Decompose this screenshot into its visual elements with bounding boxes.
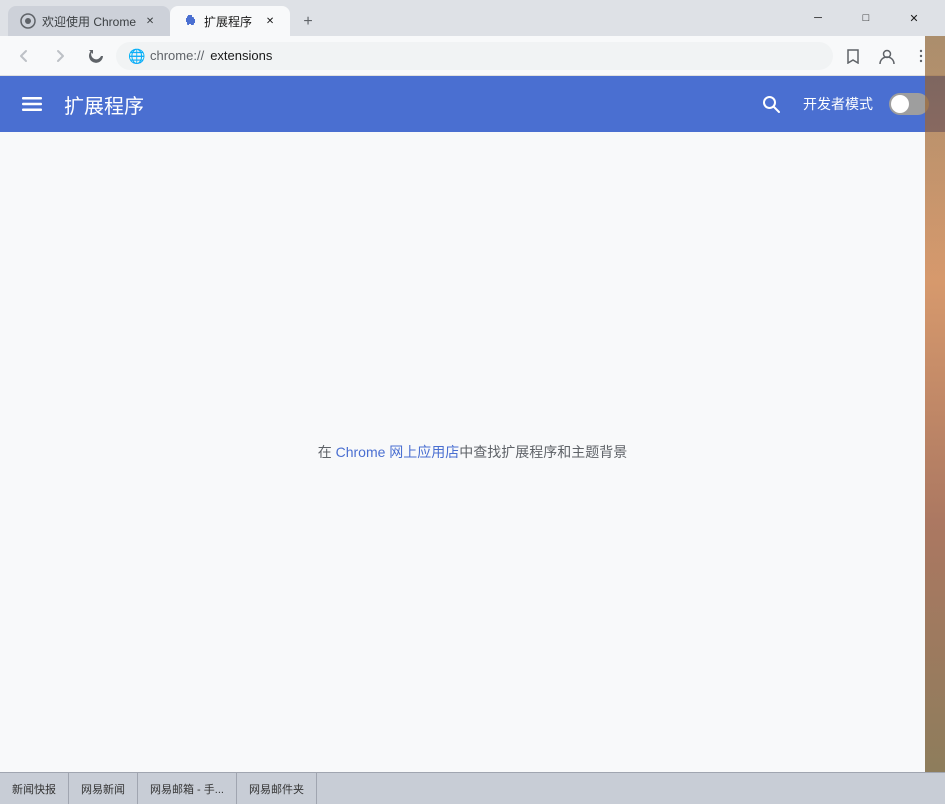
right-decorative-stripe <box>925 36 945 772</box>
taskbar-items: 新闻快报 网易新闻 网易邮箱 - 手... 网易邮件夹 <box>0 773 317 804</box>
search-button[interactable] <box>755 88 787 120</box>
address-scheme: chrome:// <box>150 48 204 63</box>
store-link[interactable]: Chrome 网上应用店 <box>336 444 460 460</box>
taskbar-item-1[interactable]: 网易新闻 <box>69 773 138 804</box>
site-info-icon: 🌐 <box>128 48 144 64</box>
tab-welcome[interactable]: 欢迎使用 Chrome ✕ <box>8 6 170 36</box>
tab-extensions-label: 扩展程序 <box>204 13 252 30</box>
store-link-container: 在 Chrome 网上应用店中查找扩展程序和主题背景 <box>318 442 628 462</box>
maximize-button[interactable]: □ <box>843 2 889 34</box>
extensions-title: 扩展程序 <box>64 90 739 119</box>
new-tab-button[interactable]: + <box>294 8 322 36</box>
store-text-prefix: 在 <box>318 444 336 460</box>
taskbar: 新闻快报 网易新闻 网易邮箱 - 手... 网易邮件夹 <box>0 772 945 804</box>
taskbar-item-0[interactable]: 新闻快报 <box>0 773 69 804</box>
main-content: 在 Chrome 网上应用店中查找扩展程序和主题背景 <box>0 132 945 772</box>
header-actions: 开发者模式 <box>755 88 929 120</box>
taskbar-item-2[interactable]: 网易邮箱 - 手... <box>138 773 237 804</box>
profile-button[interactable] <box>871 40 903 72</box>
tab-extensions[interactable]: 扩展程序 ✕ <box>170 6 290 36</box>
nav-bar: 🌐 chrome:// extensions <box>0 36 945 76</box>
store-text-suffix: 中查找扩展程序和主题背景 <box>459 444 627 460</box>
hamburger-menu-button[interactable] <box>16 88 48 120</box>
chrome-tab-icon <box>20 13 36 29</box>
tab-welcome-close[interactable]: ✕ <box>142 13 158 29</box>
address-path: extensions <box>210 48 272 63</box>
dev-mode-label: 开发者模式 <box>803 94 873 114</box>
toggle-knob <box>891 95 909 113</box>
extensions-header: 扩展程序 开发者模式 <box>0 76 945 132</box>
reload-button[interactable] <box>80 40 112 72</box>
browser-window: 欢迎使用 Chrome ✕ 扩展程序 ✕ + ─ □ <box>0 0 945 804</box>
taskbar-item-3[interactable]: 网易邮件夹 <box>237 773 317 804</box>
title-bar: 欢迎使用 Chrome ✕ 扩展程序 ✕ + ─ □ <box>0 0 945 36</box>
nav-right-buttons <box>837 40 937 72</box>
address-bar[interactable]: 🌐 chrome:// extensions <box>116 42 833 70</box>
bookmark-button[interactable] <box>837 40 869 72</box>
window-controls: ─ □ ✕ <box>795 2 937 34</box>
tab-extensions-close[interactable]: ✕ <box>262 13 278 29</box>
close-button[interactable]: ✕ <box>891 2 937 34</box>
back-button[interactable] <box>8 40 40 72</box>
puzzle-tab-icon <box>182 13 198 29</box>
dev-mode-toggle[interactable] <box>889 93 929 115</box>
minimize-button[interactable]: ─ <box>795 2 841 34</box>
tab-welcome-label: 欢迎使用 Chrome <box>42 13 136 30</box>
forward-button[interactable] <box>44 40 76 72</box>
tabs-area: 欢迎使用 Chrome ✕ 扩展程序 ✕ + <box>8 0 787 36</box>
